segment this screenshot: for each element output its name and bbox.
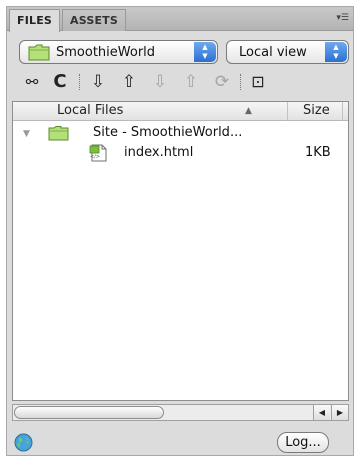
view-dropdown-value: Local view (239, 45, 307, 60)
toolbar-divider (240, 74, 241, 90)
connect-icon[interactable]: ⚯ (21, 71, 43, 93)
scroll-left-arrow-icon[interactable]: ◀ (313, 405, 330, 420)
disclosure-triangle-icon[interactable]: ▼ (23, 124, 30, 144)
file-list-header: Local Files ▲ Size (13, 102, 348, 121)
synchronize-icon[interactable]: ⟳ (211, 71, 233, 93)
column-divider (287, 102, 288, 121)
files-toolbar: ⚯ C ⇩ ⇧ ⇩ ⇧ ⟳ ⊡ (7, 69, 353, 95)
globe-icon[interactable] (14, 433, 33, 452)
site-root-name: Site - SmoothieWorld... (93, 125, 243, 140)
expand-icon[interactable]: ⊡ (247, 71, 269, 93)
column-divider (342, 102, 343, 121)
site-folder-icon (48, 126, 69, 141)
list-item[interactable]: </> index.html 1KB (13, 143, 348, 163)
view-dropdown-arrows-icon: ▲ ▼ (325, 42, 347, 62)
column-local-files[interactable]: Local Files (57, 102, 123, 120)
html-file-icon: </> (89, 144, 107, 162)
site-folder-icon (28, 44, 50, 61)
tab-assets[interactable]: ASSETS (62, 9, 127, 31)
check-in-icon[interactable]: ⇧ (180, 71, 202, 93)
site-dropdown[interactable]: SmoothieWorld ▲ ▼ (19, 40, 218, 64)
svg-text:</>: </> (90, 154, 100, 160)
view-dropdown[interactable]: Local view ▲ ▼ (226, 40, 349, 64)
file-size: 1KB (305, 145, 331, 160)
sort-ascending-icon: ▲ (245, 106, 252, 116)
tab-files[interactable]: FILES (9, 9, 61, 32)
check-out-icon[interactable]: ⇩ (149, 71, 171, 93)
refresh-icon[interactable]: C (49, 71, 71, 93)
scroll-right-arrow-icon[interactable]: ▶ (331, 405, 348, 420)
file-list[interactable]: Local Files ▲ Size ▼ Site - SmoothieWorl… (12, 101, 349, 401)
site-dropdown-value: SmoothieWorld (56, 45, 156, 60)
column-size[interactable]: Size (303, 102, 330, 120)
put-files-icon[interactable]: ⇧ (118, 71, 140, 93)
scrollbar-thumb[interactable] (14, 406, 164, 419)
panel-options-icon[interactable]: ▾☰ (335, 13, 349, 24)
file-name: index.html (124, 145, 194, 160)
tab-assets-label: ASSETS (70, 14, 119, 27)
get-files-icon[interactable]: ⇩ (87, 71, 109, 93)
panel-tab-bar: FILES ASSETS ▾☰ (7, 7, 353, 32)
horizontal-scrollbar[interactable]: ◀ ▶ (12, 404, 349, 421)
log-button[interactable]: Log... (277, 432, 329, 453)
toolbar-divider (79, 74, 80, 90)
files-panel: FILES ASSETS ▾☰ SmoothieWorld ▲ ▼ Local v… (6, 6, 354, 456)
list-item[interactable]: ▼ Site - SmoothieWorld... (13, 123, 348, 143)
site-dropdown-arrows-icon: ▲ ▼ (194, 42, 216, 62)
